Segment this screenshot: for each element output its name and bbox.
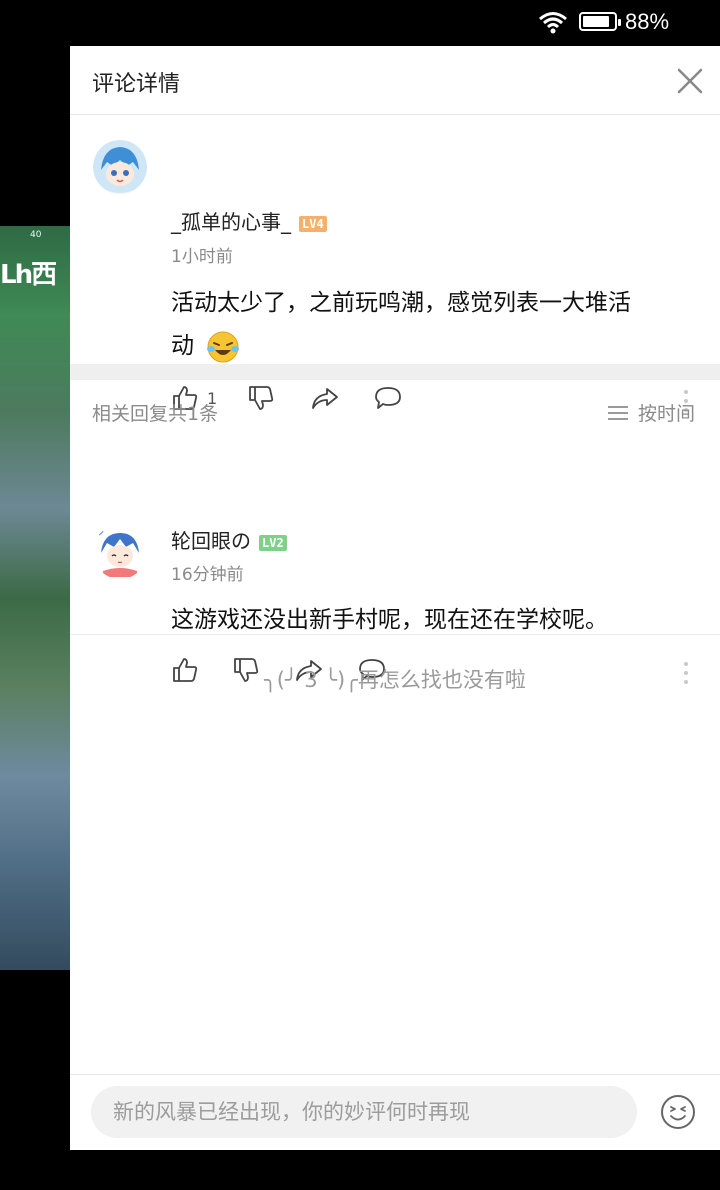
system-navigation-bar [0, 1150, 720, 1190]
panel-title: 评论详情 [92, 72, 181, 97]
comment-time: 1小时前 [171, 247, 233, 267]
comment-detail-panel: 评论详情 _孤单的心事_ LV4 1小时前 活动太少了，之前玩鸣潮，感觉列表一大堆… [70, 46, 720, 1151]
sort-icon [608, 402, 628, 424]
reply-count: 相关回复共1条 [92, 403, 219, 425]
status-bar: 88% [0, 0, 720, 46]
background-game-text: Lh西 [0, 260, 57, 290]
comment-input-bar [70, 1074, 720, 1151]
username[interactable]: 轮回眼の [171, 529, 251, 553]
level-badge: LV4 [299, 215, 327, 232]
username[interactable]: _孤单的心事_ [171, 210, 291, 234]
wifi-icon [539, 12, 567, 34]
comment-time: 16分钟前 [171, 565, 244, 585]
battery-percent: 88% [625, 9, 670, 34]
avatar[interactable] [93, 525, 147, 579]
comment-text: 活动太少了，之前玩鸣潮，感觉列表一大堆活 动 [171, 282, 701, 368]
background-game-view: 40 Lh西 [0, 226, 70, 970]
end-of-list-message: ╮(╯ 3 ╰)╭再怎么找也没有啦 [264, 668, 526, 692]
battery-icon [579, 12, 621, 31]
section-separator [70, 364, 720, 380]
laughing-crying-emoji-icon [207, 331, 240, 362]
comment-text: 这游戏还没出新手村呢，现在还在学校呢。 [171, 607, 608, 633]
sort-label: 按时间 [638, 403, 696, 425]
panel-header: 评论详情 [70, 46, 720, 115]
avatar[interactable] [93, 140, 147, 194]
divider [70, 634, 720, 635]
comment-text-line: 活动太少了，之前玩鸣潮，感觉列表一大堆活 [171, 290, 631, 316]
close-icon[interactable] [676, 67, 704, 95]
background-small-text: 40 [30, 230, 42, 240]
level-badge: LV2 [259, 534, 287, 551]
comment-input[interactable] [91, 1086, 637, 1138]
replies-header: 相关回复共1条 按时间 [70, 380, 720, 440]
comment-text-line: 动 [171, 333, 194, 359]
emoji-icon[interactable] [659, 1093, 697, 1131]
sort-by-time-button[interactable]: 按时间 [608, 399, 695, 426]
